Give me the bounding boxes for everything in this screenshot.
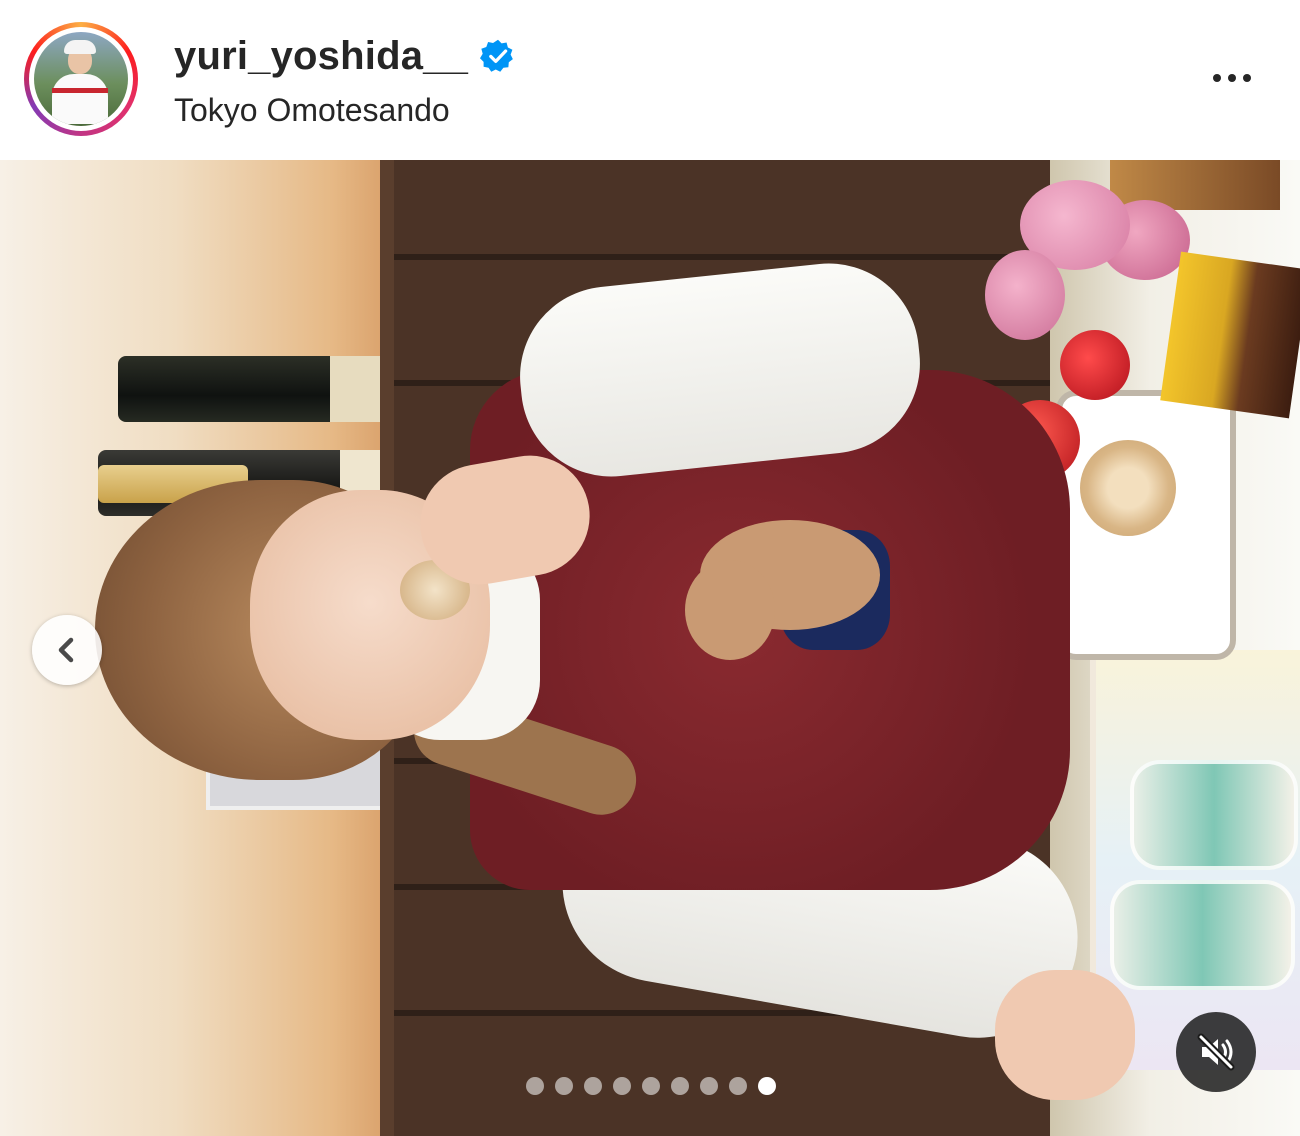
- post-media[interactable]: [0, 160, 1300, 1136]
- carousel-dot-active[interactable]: [758, 1077, 776, 1095]
- carousel-dot[interactable]: [555, 1077, 573, 1095]
- carousel-dot[interactable]: [642, 1077, 660, 1095]
- post-header: yuri_yoshida__ Tokyo Omotesando: [0, 0, 1300, 160]
- story-ring[interactable]: [24, 22, 138, 136]
- carousel-indicator: [526, 1076, 776, 1096]
- chevron-left-icon: [58, 637, 74, 663]
- more-options-button[interactable]: [1200, 60, 1264, 96]
- mute-toggle-button[interactable]: [1176, 1012, 1256, 1092]
- previous-slide-button[interactable]: [32, 615, 102, 685]
- username-link[interactable]: yuri_yoshida__: [174, 34, 468, 79]
- video-frame: [0, 160, 1300, 1136]
- more-horizontal-icon: [1213, 74, 1221, 82]
- carousel-dot[interactable]: [700, 1077, 718, 1095]
- carousel-dot[interactable]: [729, 1077, 747, 1095]
- carousel-dot[interactable]: [671, 1077, 689, 1095]
- location-link[interactable]: Tokyo Omotesando: [174, 92, 450, 129]
- carousel-dot[interactable]: [584, 1077, 602, 1095]
- carousel-dot[interactable]: [526, 1077, 544, 1095]
- volume-muted-icon: [1197, 1033, 1235, 1071]
- verified-badge-icon: [480, 39, 513, 72]
- carousel-dot[interactable]: [613, 1077, 631, 1095]
- avatar[interactable]: [34, 32, 128, 126]
- username-row: yuri_yoshida__: [174, 32, 516, 80]
